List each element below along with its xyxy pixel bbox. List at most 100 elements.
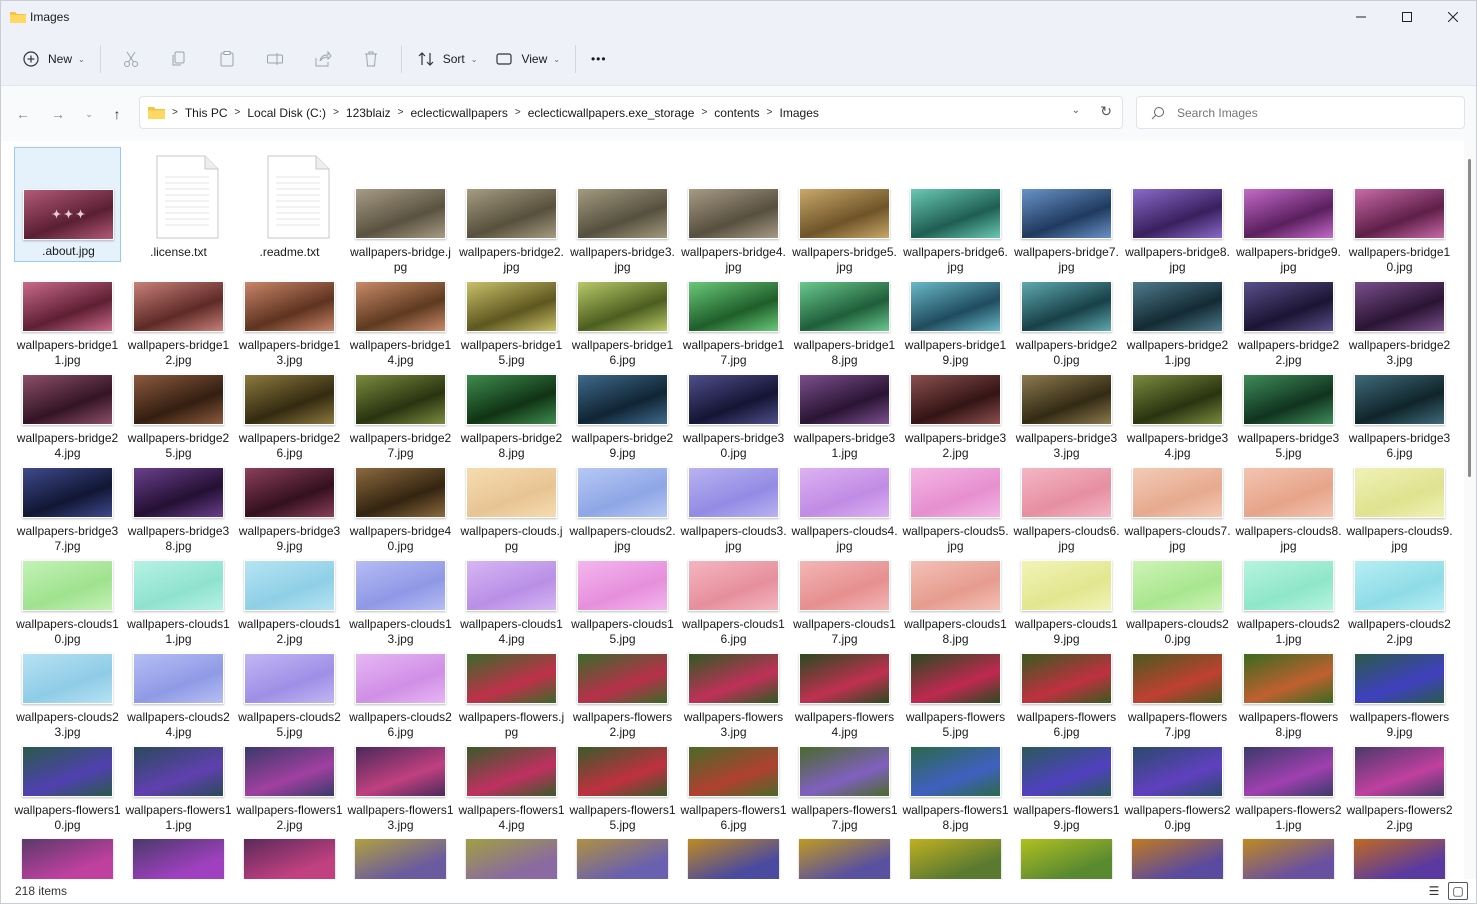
file-item[interactable]: wallpapers-bridge29.jpg — [569, 333, 676, 460]
more-options-button[interactable]: ••• — [582, 41, 616, 77]
file-item[interactable]: wallpapers-clouds16.jpg — [680, 519, 787, 646]
file-item[interactable]: wallpapers-flowers5.jpg — [902, 612, 1009, 739]
view-button[interactable]: View ⌄ — [486, 41, 569, 77]
image-thumbnail[interactable] — [466, 839, 557, 881]
file-item[interactable]: wallpapers-bridge13.jpg — [236, 240, 343, 367]
file-item[interactable]: wallpapers-bridge5.jpg — [791, 147, 898, 274]
file-item[interactable]: wallpapers-flowers.jpg — [458, 612, 565, 739]
file-item[interactable]: .license.txt — [125, 147, 232, 259]
file-item[interactable]: wallpapers-flowers16.jpg — [680, 705, 787, 832]
file-item[interactable]: wallpapers-flowers17.jpg — [791, 705, 898, 832]
chevron-down-icon[interactable]: ⌄ — [1072, 105, 1080, 116]
file-item[interactable]: wallpapers-bridge32.jpg — [902, 333, 1009, 460]
rename-button[interactable] — [251, 41, 299, 77]
file-item[interactable]: wallpapers-flowers7.jpg — [1124, 612, 1231, 739]
search-input[interactable] — [1177, 105, 1437, 120]
image-thumbnail[interactable] — [1021, 839, 1112, 881]
refresh-icon[interactable]: ↻ — [1100, 103, 1112, 120]
breadcrumb-item[interactable]: Images — [780, 106, 819, 120]
file-item[interactable]: wallpapers-clouds.jpg — [458, 426, 565, 553]
file-item[interactable]: wallpapers-bridge21.jpg — [1124, 240, 1231, 367]
file-item[interactable]: wallpapers-clouds15.jpg — [569, 519, 676, 646]
image-thumbnail[interactable] — [133, 839, 224, 881]
file-item[interactable]: wallpapers-flowers21.jpg — [1235, 705, 1342, 832]
file-item[interactable]: wallpapers-clouds9.jpg — [1346, 426, 1453, 553]
file-item[interactable]: wallpapers-clouds8.jpg — [1235, 426, 1342, 553]
file-item[interactable]: wallpapers-bridge24.jpg — [14, 333, 121, 460]
image-thumbnail[interactable] — [1354, 839, 1445, 881]
breadcrumb-item[interactable]: eclecticwallpapers — [410, 106, 507, 120]
cut-button[interactable] — [107, 41, 155, 77]
vertical-scrollbar[interactable] — [1464, 141, 1476, 881]
file-item[interactable]: wallpapers-clouds4.jpg — [791, 426, 898, 553]
breadcrumb-item[interactable]: contents — [714, 106, 759, 120]
file-item[interactable]: .readme.txt — [236, 147, 343, 259]
file-item[interactable]: wallpapers-clouds12.jpg — [236, 519, 343, 646]
file-item[interactable]: wallpapers-flowers18.jpg — [902, 705, 1009, 832]
file-item[interactable]: wallpapers-clouds26.jpg — [347, 612, 454, 739]
image-thumbnail[interactable] — [244, 839, 335, 881]
file-item[interactable]: wallpapers-bridge16.jpg — [569, 240, 676, 367]
file-item[interactable]: wallpapers-flowers12.jpg — [236, 705, 343, 832]
file-item[interactable]: wallpapers-flowers20.jpg — [1124, 705, 1231, 832]
file-item[interactable]: wallpapers-bridge37.jpg — [14, 426, 121, 553]
file-item[interactable]: wallpapers-flowers11.jpg — [125, 705, 232, 832]
file-item[interactable]: wallpapers-bridge25.jpg — [125, 333, 232, 460]
file-item[interactable]: wallpapers-clouds2.jpg — [569, 426, 676, 553]
file-item[interactable]: wallpapers-bridge14.jpg — [347, 240, 454, 367]
image-thumbnail[interactable] — [577, 839, 668, 881]
file-item[interactable]: wallpapers-bridge40.jpg — [347, 426, 454, 553]
file-item[interactable]: wallpapers-flowers14.jpg — [458, 705, 565, 832]
scrollbar-thumb[interactable] — [1468, 159, 1471, 477]
file-item[interactable]: wallpapers-bridge19.jpg — [902, 240, 1009, 367]
file-item[interactable]: wallpapers-bridge38.jpg — [125, 426, 232, 553]
file-item[interactable]: wallpapers-bridge18.jpg — [791, 240, 898, 367]
new-button[interactable]: New ⌄ — [13, 41, 94, 77]
file-item[interactable]: wallpapers-bridge28.jpg — [458, 333, 565, 460]
breadcrumb-item[interactable]: eclecticwallpapers.exe_storage — [528, 106, 695, 120]
file-item[interactable]: wallpapers-bridge4.jpg — [680, 147, 787, 274]
file-item[interactable]: wallpapers-bridge23.jpg — [1346, 240, 1453, 367]
file-item[interactable]: wallpapers-clouds24.jpg — [125, 612, 232, 739]
forward-button[interactable]: → — [46, 104, 70, 124]
minimize-button[interactable] — [1338, 1, 1384, 33]
breadcrumb-item[interactable]: 123blaiz — [346, 106, 391, 120]
file-item[interactable]: wallpapers-clouds17.jpg — [791, 519, 898, 646]
file-item[interactable]: wallpapers-clouds14.jpg — [458, 519, 565, 646]
file-item[interactable]: wallpapers-flowers4.jpg — [791, 612, 898, 739]
file-item[interactable]: wallpapers-clouds20.jpg — [1124, 519, 1231, 646]
file-item[interactable]: wallpapers-bridge39.jpg — [236, 426, 343, 553]
file-item[interactable]: wallpapers-flowers19.jpg — [1013, 705, 1120, 832]
recent-locations-button[interactable]: ⌄ — [77, 104, 101, 124]
file-item[interactable]: wallpapers-clouds13.jpg — [347, 519, 454, 646]
file-item[interactable]: wallpapers-bridge33.jpg — [1013, 333, 1120, 460]
file-item[interactable]: wallpapers-bridge.jpg — [347, 147, 454, 274]
file-item[interactable]: wallpapers-clouds7.jpg — [1124, 426, 1231, 553]
file-item[interactable]: wallpapers-flowers8.jpg — [1235, 612, 1342, 739]
image-thumbnail[interactable] — [799, 839, 890, 881]
image-thumbnail[interactable] — [688, 839, 779, 881]
file-item[interactable]: wallpapers-bridge26.jpg — [236, 333, 343, 460]
file-item[interactable]: wallpapers-clouds11.jpg — [125, 519, 232, 646]
breadcrumb-item[interactable]: This PC — [185, 106, 228, 120]
file-item[interactable]: wallpapers-bridge11.jpg — [14, 240, 121, 367]
file-item[interactable]: wallpapers-clouds21.jpg — [1235, 519, 1342, 646]
delete-button[interactable] — [347, 41, 395, 77]
file-item[interactable]: wallpapers-bridge30.jpg — [680, 333, 787, 460]
image-thumbnail[interactable] — [910, 839, 1001, 881]
file-item[interactable]: wallpapers-bridge9.jpg — [1235, 147, 1342, 274]
maximize-button[interactable] — [1384, 1, 1430, 33]
file-item[interactable]: wallpapers-flowers9.jpg — [1346, 612, 1453, 739]
back-button[interactable]: ← — [11, 104, 35, 124]
file-item[interactable]: wallpapers-clouds5.jpg — [902, 426, 1009, 553]
file-item[interactable]: wallpapers-bridge34.jpg — [1124, 333, 1231, 460]
file-item[interactable]: wallpapers-bridge6.jpg — [902, 147, 1009, 274]
file-item[interactable]: wallpapers-clouds25.jpg — [236, 612, 343, 739]
file-item[interactable]: wallpapers-bridge2.jpg — [458, 147, 565, 274]
file-item[interactable]: wallpapers-clouds6.jpg — [1013, 426, 1120, 553]
search-box[interactable] — [1136, 96, 1465, 129]
file-item[interactable]: wallpapers-clouds10.jpg — [14, 519, 121, 646]
share-button[interactable] — [299, 41, 347, 77]
file-item[interactable]: wallpapers-bridge31.jpg — [791, 333, 898, 460]
file-item[interactable]: wallpapers-flowers3.jpg — [680, 612, 787, 739]
